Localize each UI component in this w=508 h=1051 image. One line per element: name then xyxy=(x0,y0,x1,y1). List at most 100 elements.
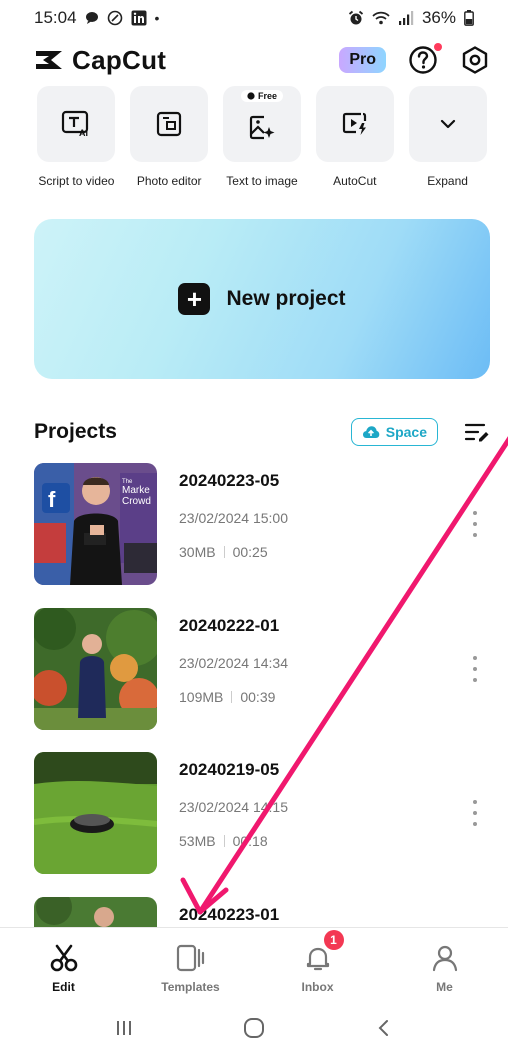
brand: CapCut xyxy=(34,45,166,76)
tool-text-to-image[interactable]: Free Text to image xyxy=(220,86,305,188)
templates-icon xyxy=(176,944,204,972)
image-sparkle-icon xyxy=(249,115,275,140)
project-item[interactable]: 20240222-01 23/02/2024 14:34 109MB 00:39 xyxy=(34,608,490,730)
project-duration: 00:25 xyxy=(232,544,268,560)
clock-badge-icon xyxy=(247,92,255,100)
nav-me[interactable]: Me xyxy=(395,944,495,994)
nav-edit[interactable]: Edit xyxy=(14,944,114,994)
tool-box: AI xyxy=(37,86,116,162)
wifi-icon xyxy=(372,11,390,25)
home-icon[interactable] xyxy=(243,1017,265,1039)
tool-autocut[interactable]: AutoCut xyxy=(312,86,397,188)
more-options-icon[interactable] xyxy=(468,656,482,682)
status-bar: 15:04 • 36% xyxy=(0,0,508,36)
tool-box xyxy=(315,86,394,162)
svg-text:Marke: Marke xyxy=(122,485,150,496)
recent-apps-icon[interactable] xyxy=(114,1018,134,1038)
help-button[interactable] xyxy=(408,43,442,75)
sort-edit-icon[interactable] xyxy=(464,422,490,442)
project-size: 30MB xyxy=(179,544,216,560)
project-name: 20240222-01 xyxy=(179,616,280,635)
back-icon[interactable] xyxy=(374,1018,394,1038)
project-duration: 00:18 xyxy=(232,833,268,849)
chevron-down-icon xyxy=(440,119,455,129)
tool-label: Script to video xyxy=(38,174,115,188)
nav-label: Me xyxy=(436,980,453,994)
cloud-upload-icon xyxy=(362,426,380,438)
nav-inbox[interactable]: 1 Inbox xyxy=(268,930,368,994)
projects-actions: Space xyxy=(350,418,490,446)
project-date: 23/02/2024 14:15 xyxy=(179,799,288,815)
project-thumbnail xyxy=(34,897,157,927)
svg-text:f: f xyxy=(48,487,56,512)
person-icon xyxy=(432,945,457,972)
alarm-icon xyxy=(348,10,364,25)
linkedin-icon xyxy=(131,10,147,26)
tool-expand[interactable]: Expand xyxy=(405,86,490,188)
tool-label: Expand xyxy=(427,174,468,188)
project-name: 20240219-05 xyxy=(179,760,280,779)
project-name: 20240223-01 xyxy=(179,905,280,924)
project-item[interactable]: f The Marke Crowd 20240223-05 23/02/2024… xyxy=(34,463,490,585)
tool-label: Photo editor xyxy=(136,174,202,188)
photo-editor-icon xyxy=(157,111,182,137)
space-label: Space xyxy=(385,424,427,440)
project-item[interactable]: 20240223-01 xyxy=(34,897,490,927)
nav-label: Inbox xyxy=(301,980,334,994)
thumbnail-image xyxy=(34,608,157,730)
chat-bubble-icon xyxy=(85,12,98,24)
header-actions: Pro xyxy=(339,43,490,75)
svg-text:AI: AI xyxy=(79,128,88,138)
thumbnail-image xyxy=(34,752,157,874)
tools-row: AI Script to video Photo editor Free Tex… xyxy=(34,86,490,188)
text-ai-icon: AI xyxy=(62,110,89,138)
autocut-icon xyxy=(342,112,366,135)
more-options-icon[interactable] xyxy=(468,511,482,537)
project-meta: 30MB 00:25 xyxy=(179,544,268,560)
projects-title: Projects xyxy=(34,420,117,443)
tool-photo-editor[interactable]: Photo editor xyxy=(127,86,212,188)
project-thumbnail xyxy=(34,752,157,874)
thumbnail-image: f The Marke Crowd xyxy=(34,463,157,585)
pro-button[interactable]: Pro xyxy=(339,47,386,73)
status-right: 36% xyxy=(348,8,474,28)
space-button[interactable]: Space xyxy=(350,418,438,446)
svg-text:Crowd: Crowd xyxy=(122,496,151,507)
more-options-icon[interactable] xyxy=(468,800,482,826)
tool-label: AutoCut xyxy=(333,174,377,188)
tool-label: Text to image xyxy=(226,174,298,188)
settings-icon[interactable] xyxy=(460,45,490,75)
scissors-icon xyxy=(50,944,77,972)
project-item[interactable]: 20240219-05 23/02/2024 14:15 53MB 00:18 xyxy=(34,752,490,874)
signal-icon xyxy=(398,11,414,25)
project-size: 53MB xyxy=(179,833,216,849)
nav-label: Templates xyxy=(161,980,220,994)
inbox-badge: 1 xyxy=(323,930,344,950)
battery-percent: 36% xyxy=(421,8,456,27)
tool-box xyxy=(408,86,487,162)
meta-divider xyxy=(223,546,225,558)
plus-icon: + xyxy=(178,283,211,315)
system-nav xyxy=(0,1005,508,1051)
tool-box xyxy=(130,86,209,162)
brand-name: CapCut xyxy=(72,44,167,75)
status-left: 15:04 • xyxy=(34,8,159,28)
nav-templates[interactable]: Templates xyxy=(141,944,241,994)
projects-header: Projects Space xyxy=(34,414,490,450)
project-meta: 53MB 00:18 xyxy=(179,833,268,849)
data-saver-icon xyxy=(107,10,122,26)
project-meta: 109MB 00:39 xyxy=(179,689,275,705)
help-notification-dot xyxy=(434,43,442,51)
meta-divider xyxy=(223,835,225,847)
free-badge: Free xyxy=(240,90,283,102)
project-size: 109MB xyxy=(179,689,224,705)
free-badge-label: Free xyxy=(257,91,277,101)
capcut-logo-icon xyxy=(36,51,62,69)
new-project-button[interactable]: + New project xyxy=(34,219,490,379)
help-icon xyxy=(409,46,437,74)
project-thumbnail: f The Marke Crowd xyxy=(34,463,157,585)
tool-script-to-video[interactable]: AI Script to video xyxy=(34,86,119,188)
tool-box: Free xyxy=(222,86,301,162)
project-date: 23/02/2024 14:34 xyxy=(179,655,288,671)
thumbnail-image xyxy=(34,897,157,927)
